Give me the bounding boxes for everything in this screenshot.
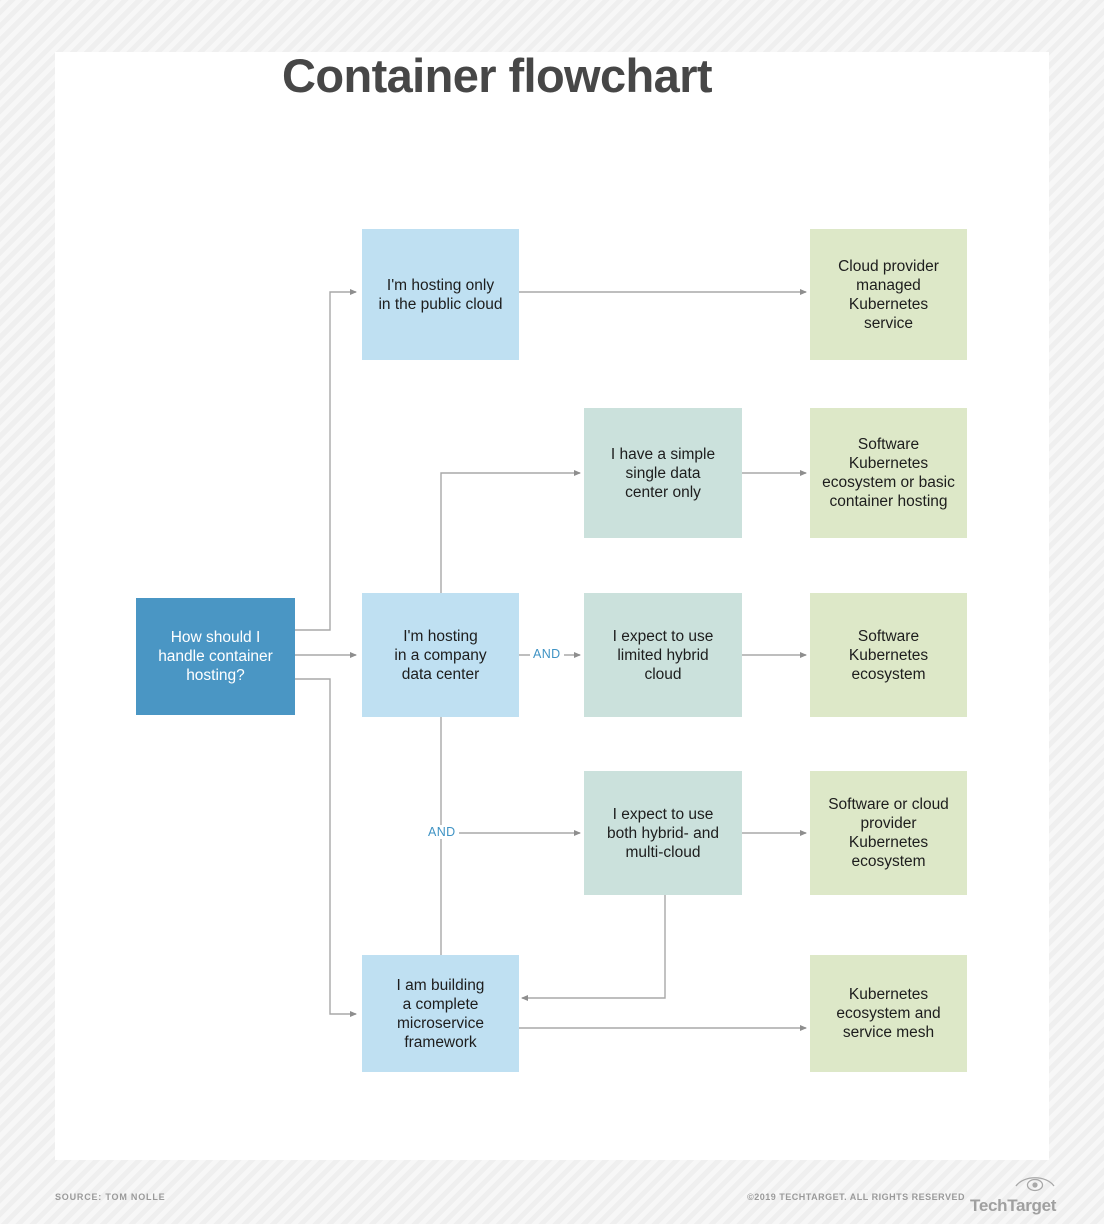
edge-label-and-2: AND <box>425 825 459 839</box>
node-public-cloud[interactable]: I'm hosting only in the public cloud <box>362 229 519 360</box>
node-root-question[interactable]: How should I handle container hosting? <box>136 598 295 715</box>
node-hybrid-and-multi-cloud[interactable]: I expect to use both hybrid- and multi-c… <box>584 771 742 895</box>
source-credit: SOURCE: TOM NOLLE <box>55 1192 166 1202</box>
techtarget-wordmark: TechTarget <box>970 1196 1057 1215</box>
node-outcome-software-or-cloud-provider[interactable]: Software or cloud provider Kubernetes ec… <box>810 771 967 895</box>
node-company-data-center[interactable]: I'm hosting in a company data center <box>362 593 519 717</box>
node-outcome-software-kubernetes[interactable]: Software Kubernetes ecosystem <box>810 593 967 717</box>
node-outcome-service-mesh[interactable]: Kubernetes ecosystem and service mesh <box>810 955 967 1072</box>
page-title: Container flowchart <box>282 49 713 102</box>
techtarget-logo: TechTarget <box>970 1174 1084 1216</box>
node-microservice-framework[interactable]: I am building a complete microservice fr… <box>362 955 519 1072</box>
eye-icon <box>1015 1177 1055 1192</box>
node-single-data-center[interactable]: I have a simple single data center only <box>584 408 742 538</box>
node-outcome-managed-kubernetes[interactable]: Cloud provider managed Kubernetes servic… <box>810 229 967 360</box>
node-limited-hybrid-cloud[interactable]: I expect to use limited hybrid cloud <box>584 593 742 717</box>
node-outcome-basic-container-hosting[interactable]: Software Kubernetes ecosystem or basic c… <box>810 408 967 538</box>
copyright-notice: ©2019 TECHTARGET. ALL RIGHTS RESERVED <box>747 1192 965 1202</box>
edge-label-and-1: AND <box>530 647 564 661</box>
